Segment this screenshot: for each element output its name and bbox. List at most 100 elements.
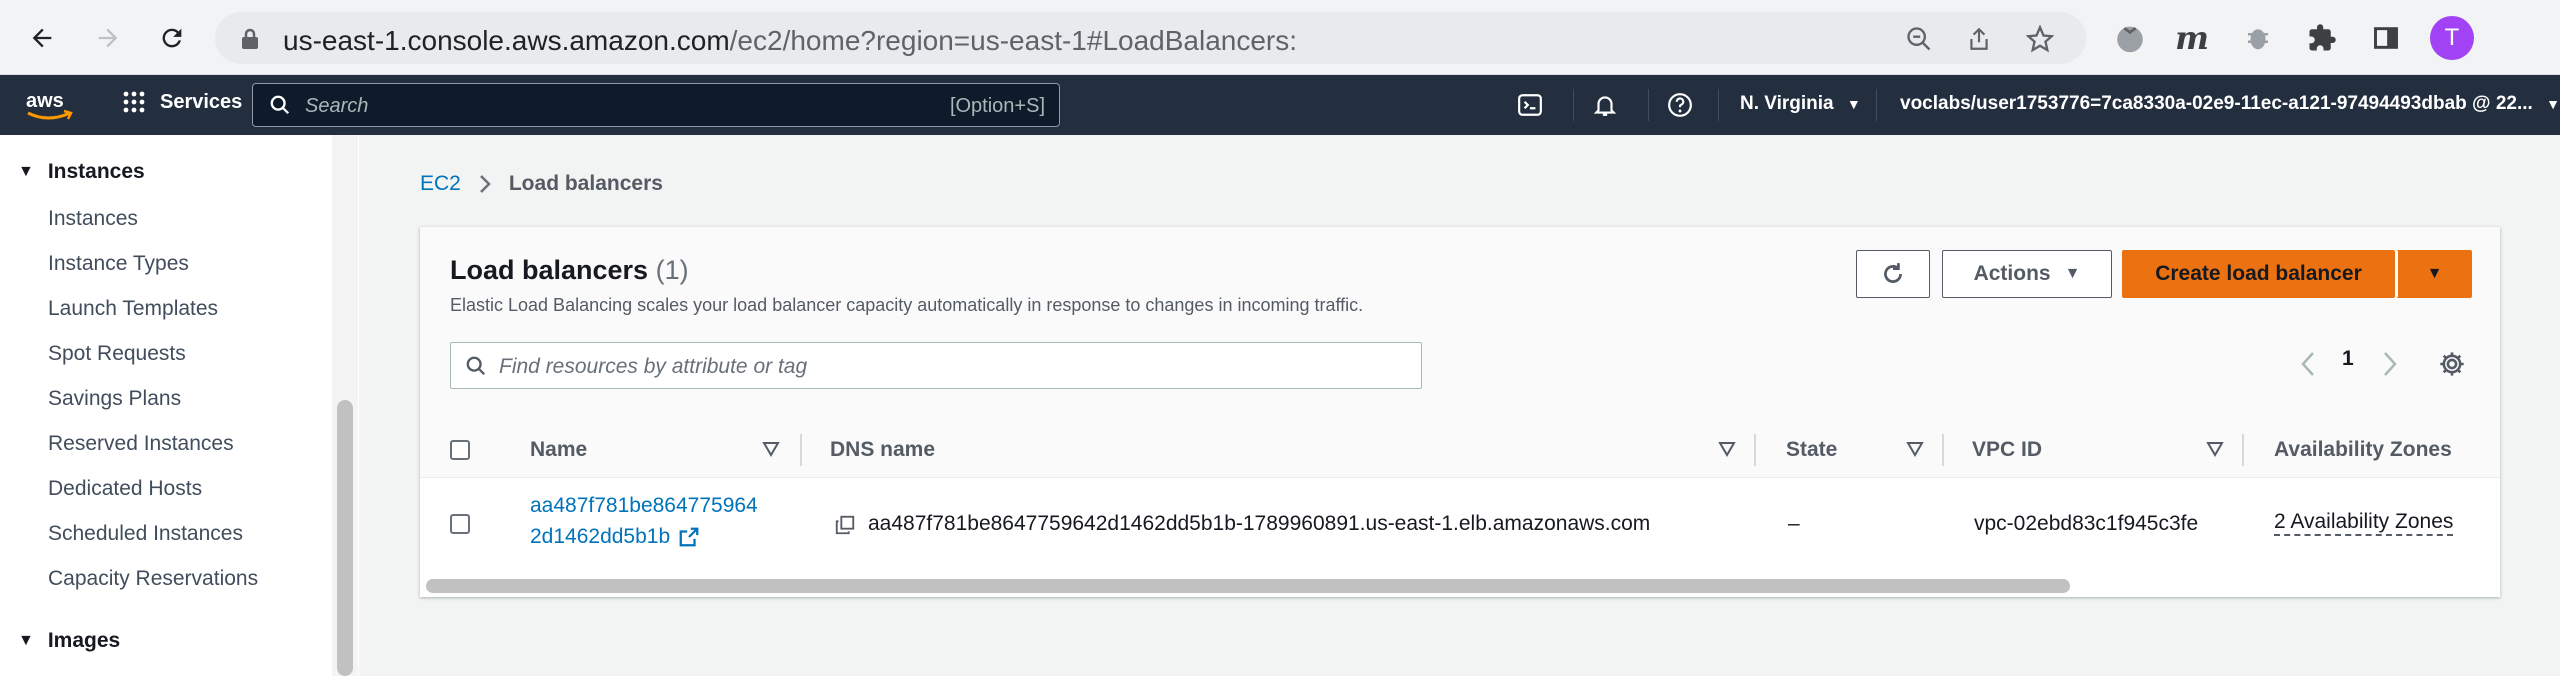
- account-menu[interactable]: voclabs/user1753776=7ca8330a-02e9-11ec-a…: [1900, 93, 2560, 115]
- sidebar-item-savings-plans[interactable]: Savings Plans: [48, 387, 181, 411]
- sort-icon[interactable]: [2206, 440, 2224, 458]
- notifications-bell-icon[interactable]: [1589, 89, 1621, 121]
- column-header-availability-zones[interactable]: Availability Zones: [2274, 438, 2452, 462]
- name-line-1: aa487f781be864775964: [530, 494, 758, 517]
- nav-divider: [1648, 89, 1649, 121]
- chevron-right-icon[interactable]: [2382, 351, 2398, 377]
- tomato-extension-icon[interactable]: [2110, 18, 2150, 58]
- caret-down-icon: ▼: [1846, 96, 1861, 112]
- caret-down-icon: ▼: [18, 163, 34, 180]
- side-panel-icon[interactable]: [2366, 18, 2406, 58]
- state-value: –: [1788, 512, 1800, 535]
- column-resizer[interactable]: [800, 434, 802, 466]
- sidebar-scrollbar-thumb[interactable]: [337, 400, 353, 676]
- breadcrumb-current: Load balancers: [508, 172, 663, 195]
- help-icon[interactable]: [1664, 89, 1696, 121]
- caret-down-icon: ▼: [18, 632, 34, 649]
- column-header-name[interactable]: Name: [530, 438, 587, 462]
- sidebar-item-launch-templates[interactable]: Launch Templates: [48, 297, 218, 321]
- sort-icon[interactable]: [762, 440, 780, 458]
- back-icon[interactable]: [22, 18, 62, 58]
- panel-description: Elastic Load Balancing scales your load …: [450, 295, 1364, 315]
- breadcrumb-ec2-link[interactable]: EC2: [420, 172, 461, 196]
- nav-divider: [1573, 89, 1574, 121]
- column-header-vpc-id[interactable]: VPC ID: [1972, 438, 2042, 462]
- row-checkbox[interactable]: [450, 514, 470, 534]
- availability-zones-link[interactable]: 2 Availability Zones: [2274, 510, 2454, 536]
- grid-icon: [123, 91, 145, 113]
- sidebar-section-instances[interactable]: ▼ Instances: [18, 160, 145, 184]
- search-shortcut: [Option+S]: [949, 95, 1045, 117]
- sort-icon[interactable]: [1906, 440, 1924, 458]
- sidebar-item-reserved-instances[interactable]: Reserved Instances: [48, 432, 234, 456]
- sidebar-item-scheduled-instances[interactable]: Scheduled Instances: [48, 522, 243, 546]
- nav-divider: [1876, 89, 1877, 121]
- sidebar-item-instance-types[interactable]: Instance Types: [48, 252, 189, 276]
- vpc-id-value: vpc-02ebd83c1f945c3fe: [1974, 512, 2199, 535]
- panel-header: Load balancers (1) Elastic Load Balancin…: [420, 227, 2500, 422]
- search-placeholder: Search: [305, 95, 369, 117]
- sort-icon[interactable]: [1718, 440, 1736, 458]
- column-resizer[interactable]: [1754, 434, 1756, 466]
- resource-filter-input[interactable]: Find resources by attribute or tag: [450, 342, 1422, 389]
- panel-title-text: Load balancers: [450, 255, 649, 285]
- sidebar-item-capacity-reservations[interactable]: Capacity Reservations: [48, 567, 258, 591]
- load-balancer-name-link[interactable]: aa487f781be864775964 2d1462dd5b1b: [530, 490, 758, 552]
- table-row[interactable]: aa487f781be864775964 2d1462dd5b1b aa487f…: [420, 478, 2500, 574]
- browser-toolbar: us-east-1.console.aws.amazon.com/ec2/hom…: [0, 0, 2560, 75]
- search-icon: [270, 95, 290, 115]
- column-resizer[interactable]: [2242, 434, 2244, 466]
- site-info-icon[interactable]: [235, 24, 265, 54]
- region-selector[interactable]: N. Virginia ▼: [1740, 93, 1861, 115]
- account-label: voclabs/user1753776=7ca8330a-02e9-11ec-a…: [1900, 93, 2533, 114]
- address-bar[interactable]: us-east-1.console.aws.amazon.com/ec2/hom…: [215, 12, 2086, 64]
- copy-icon[interactable]: [834, 514, 856, 536]
- column-header-state[interactable]: State: [1786, 438, 1837, 462]
- refresh-button[interactable]: [1856, 250, 1930, 298]
- services-label: Services: [160, 90, 243, 113]
- chevron-right-icon: [479, 175, 491, 193]
- table-horizontal-scrollbar[interactable]: [424, 575, 2496, 593]
- sidebar-section-images[interactable]: ▼ Images: [18, 629, 120, 653]
- panel-count: (1): [655, 255, 689, 285]
- external-link-icon: [679, 527, 699, 546]
- forward-icon[interactable]: [88, 18, 128, 58]
- panel-title: Load balancers (1): [450, 255, 689, 286]
- svg-text:aws: aws: [26, 90, 64, 112]
- chevron-left-icon[interactable]: [2300, 351, 2316, 377]
- services-menu-button[interactable]: Services: [122, 90, 242, 114]
- url-text: us-east-1.console.aws.amazon.com/ec2/hom…: [283, 25, 1298, 56]
- zoom-icon[interactable]: [1904, 24, 1934, 54]
- actions-button[interactable]: Actions ▼: [1942, 250, 2112, 298]
- share-icon[interactable]: [1964, 24, 1994, 54]
- region-label: N. Virginia: [1740, 93, 1834, 114]
- column-header-dns-name[interactable]: DNS name: [830, 438, 935, 462]
- reload-icon[interactable]: [152, 18, 192, 58]
- name-line-2: 2d1462dd5b1b: [530, 525, 671, 548]
- sidebar-item-spot-requests[interactable]: Spot Requests: [48, 342, 186, 366]
- dns-name-value: aa487f781be8647759642d1462dd5b1b-1789960…: [868, 512, 1651, 535]
- cloudshell-icon[interactable]: [1514, 89, 1546, 121]
- profile-avatar[interactable]: T: [2430, 16, 2474, 60]
- nav-divider: [1718, 89, 1719, 121]
- puzzle-extensions-icon[interactable]: [2302, 18, 2342, 58]
- m-extension-icon[interactable]: m: [2172, 18, 2212, 58]
- refresh-icon: [1884, 263, 1902, 283]
- create-load-balancer-button[interactable]: Create load balancer: [2122, 250, 2395, 298]
- column-resizer[interactable]: [1942, 434, 1944, 466]
- console-search-input[interactable]: Search [Option+S]: [252, 83, 1060, 127]
- create-options-dropdown-button[interactable]: ▼: [2396, 250, 2472, 298]
- aws-logo[interactable]: aws: [24, 87, 76, 123]
- caret-down-icon: ▼: [2064, 265, 2081, 282]
- sidebar-section-label: Images: [47, 629, 121, 652]
- bookmark-star-icon[interactable]: [2025, 24, 2055, 54]
- create-load-balancer-label: Create load balancer: [2155, 262, 2362, 285]
- select-all-checkbox[interactable]: [450, 440, 470, 460]
- bug-extension-icon[interactable]: [2238, 18, 2278, 58]
- page-number[interactable]: 1: [2342, 347, 2354, 371]
- sidebar-section-label: Instances: [47, 160, 145, 183]
- sidebar-item-instances[interactable]: Instances: [48, 207, 138, 231]
- sidebar-item-dedicated-hosts[interactable]: Dedicated Hosts: [48, 477, 202, 501]
- table-scrollbar-thumb[interactable]: [426, 579, 2070, 593]
- settings-gear-icon[interactable]: [2438, 350, 2466, 378]
